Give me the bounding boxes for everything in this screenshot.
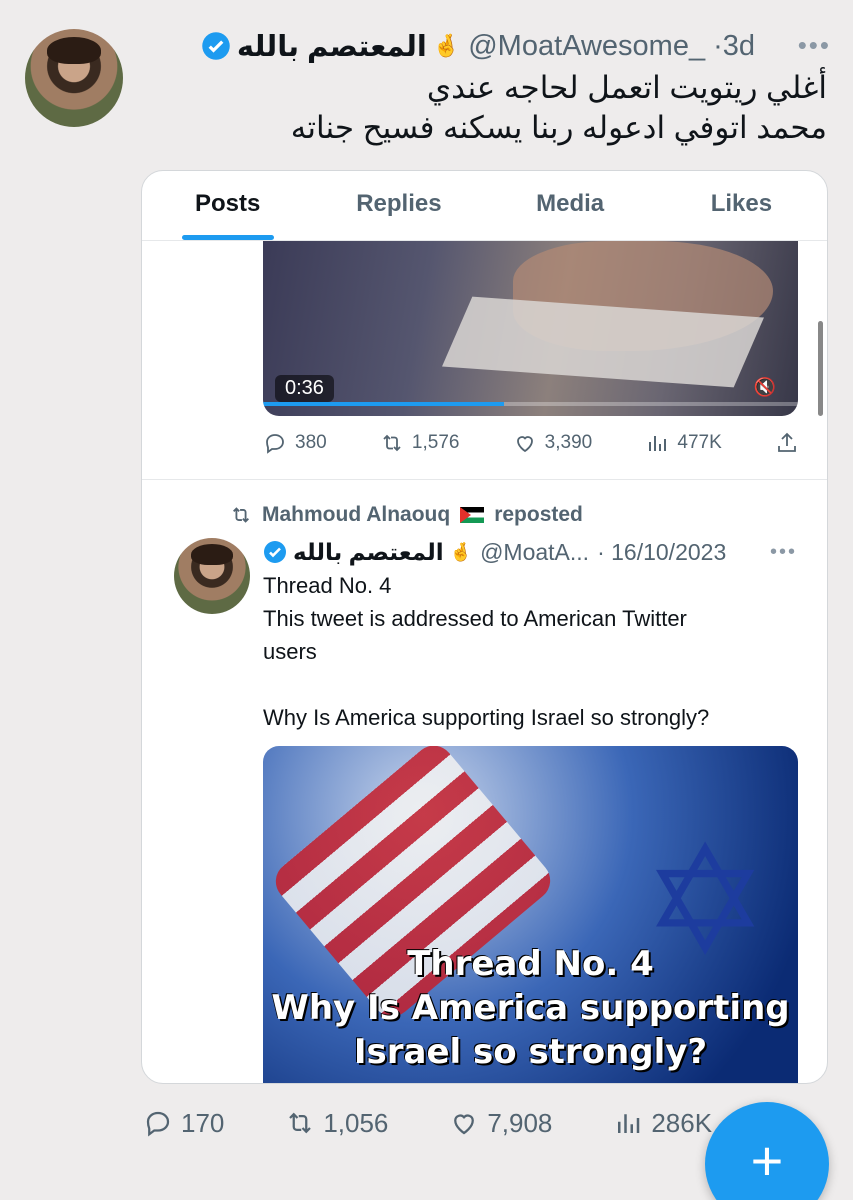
post-author-handle[interactable]: @MoatA... bbox=[480, 539, 589, 566]
tab-media[interactable]: Media bbox=[485, 171, 656, 240]
post-text-line: Why Is America supporting Israel so stro… bbox=[263, 705, 710, 730]
video-progress-bar[interactable] bbox=[263, 402, 798, 406]
views-icon bbox=[649, 436, 667, 451]
tweet-text: أغلي ريتويت اتعمل لحاجه عندي محمد اتوفي … bbox=[147, 68, 827, 148]
image-caption: Thread No. 4 Why Is America supporting I… bbox=[263, 944, 798, 1072]
video-time: 0:36 bbox=[275, 375, 334, 402]
repost-indicator[interactable]: Mahmoud Alnaouq reposted bbox=[230, 501, 583, 529]
tweet-text-line: محمد اتوفي ادعوله ربنا يسكنه فسيح جناته bbox=[290, 110, 827, 145]
thread-image[interactable]: ✡ Thread No. 4 Why Is America supporting… bbox=[263, 746, 798, 1083]
divider bbox=[142, 479, 827, 480]
author-name[interactable]: 🤞 المعتصم بالله bbox=[201, 29, 460, 64]
heart-icon bbox=[516, 436, 533, 453]
plus-icon: + bbox=[750, 1129, 784, 1192]
post-text-line: Thread No. 4 bbox=[263, 573, 392, 598]
reply-icon bbox=[146, 1111, 170, 1137]
tweet-text-line: أغلي ريتويت اتعمل لحاجه عندي bbox=[426, 70, 827, 105]
share-button[interactable] bbox=[775, 431, 799, 455]
reply-button[interactable]: 380 bbox=[263, 431, 327, 455]
embedded-screenshot-card[interactable]: Posts Replies Media Likes 0:36 🔇 380 1,5… bbox=[141, 170, 828, 1084]
video-progress-fill bbox=[263, 402, 504, 406]
like-count: 7,908 bbox=[487, 1107, 553, 1138]
like-button[interactable]: 3,390 bbox=[513, 431, 593, 455]
views-count: 477K bbox=[677, 432, 722, 453]
post-author-avatar[interactable] bbox=[174, 538, 250, 614]
reposter-name: Mahmoud Alnaouq bbox=[262, 503, 451, 526]
image-caption-line: Why Is America supporting bbox=[271, 988, 790, 1028]
profile-tabs: Posts Replies Media Likes bbox=[142, 171, 827, 241]
reposted-label: reposted bbox=[494, 503, 583, 526]
repost-button[interactable]: 1,056 bbox=[285, 1108, 388, 1139]
hand-emoji: 🤞 bbox=[449, 541, 473, 562]
reply-button[interactable]: 170 bbox=[143, 1108, 224, 1139]
post-text-line: users bbox=[263, 639, 317, 664]
post-text-line: This tweet is addressed to American Twit… bbox=[263, 606, 687, 631]
repost-count: 1,576 bbox=[411, 432, 460, 453]
tab-likes[interactable]: Likes bbox=[656, 171, 827, 240]
views-button[interactable]: 477K bbox=[645, 431, 722, 455]
scrollbar[interactable] bbox=[818, 321, 823, 416]
palestine-flag-icon bbox=[460, 507, 485, 523]
reply-count: 380 bbox=[295, 432, 327, 453]
share-icon bbox=[778, 432, 796, 452]
repost-icon bbox=[233, 507, 249, 523]
views-count: 286K bbox=[651, 1107, 713, 1138]
author-avatar[interactable] bbox=[25, 29, 123, 127]
post-header: 🤞 المعتصم بالله @MoatA... · 16/10/2023 •… bbox=[263, 535, 797, 569]
like-count: 3,390 bbox=[544, 432, 593, 453]
views-button[interactable]: 286K bbox=[613, 1108, 712, 1139]
tab-replies[interactable]: Replies bbox=[313, 171, 484, 240]
heart-icon bbox=[454, 1114, 475, 1135]
author-handle[interactable]: @MoatAwesome_ bbox=[468, 30, 705, 63]
verified-badge-icon bbox=[202, 32, 230, 60]
post-author-name-text: المعتصم بالله bbox=[293, 538, 444, 565]
verified-badge-icon bbox=[264, 541, 286, 563]
mute-icon[interactable]: 🔇 bbox=[754, 377, 776, 398]
like-button[interactable]: 7,908 bbox=[449, 1108, 552, 1139]
reply-icon bbox=[266, 434, 284, 454]
tab-posts[interactable]: Posts bbox=[142, 171, 313, 240]
author-name-text: المعتصم بالله bbox=[236, 30, 427, 63]
video-post-actions: 380 1,576 3,390 477K bbox=[263, 427, 799, 459]
more-options-icon[interactable]: ••• bbox=[798, 30, 831, 61]
image-caption-line: Israel so strongly? bbox=[353, 1032, 708, 1072]
image-caption-line: Thread No. 4 bbox=[407, 944, 654, 984]
post-date[interactable]: · 16/10/2023 bbox=[597, 539, 726, 566]
video-player[interactable]: 0:36 🔇 bbox=[263, 241, 798, 416]
post-text: Thread No. 4 This tweet is addressed to … bbox=[263, 569, 807, 734]
reply-count: 170 bbox=[181, 1107, 225, 1138]
repost-button[interactable]: 1,576 bbox=[380, 431, 460, 455]
more-options-icon[interactable]: ••• bbox=[770, 541, 797, 564]
hand-emoji: 🤞 bbox=[432, 33, 461, 58]
repost-icon bbox=[289, 1112, 312, 1134]
views-icon bbox=[618, 1114, 640, 1133]
repost-icon bbox=[383, 434, 401, 452]
repost-count: 1,056 bbox=[323, 1107, 389, 1138]
post-author-name[interactable]: 🤞 المعتصم بالله bbox=[263, 539, 472, 566]
tweet-header: 🤞 المعتصم بالله @MoatAwesome_ ·3d bbox=[148, 28, 833, 64]
tweet-time[interactable]: ·3d bbox=[713, 30, 755, 63]
